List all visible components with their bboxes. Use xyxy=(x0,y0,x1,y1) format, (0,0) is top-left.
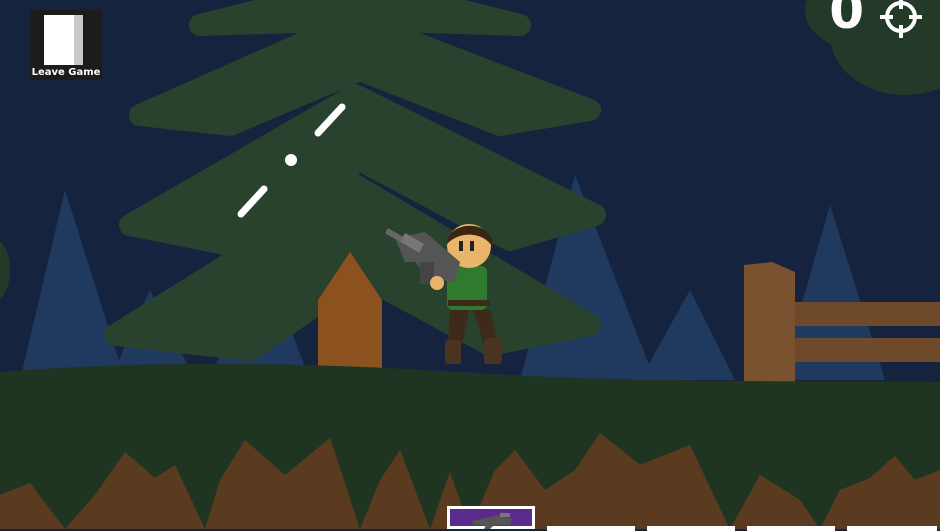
exit-door-icon xyxy=(44,15,87,65)
crosshair-icon[interactable] xyxy=(880,0,922,38)
leave-game-button[interactable]: Leave Game xyxy=(30,10,102,80)
bullet xyxy=(285,154,297,166)
weapon-hotbar xyxy=(447,506,940,531)
game-scene xyxy=(0,0,940,529)
rifle-icon xyxy=(472,513,512,529)
leave-game-label: Leave Game xyxy=(31,67,101,78)
score-counter: 0 xyxy=(829,0,864,40)
hotbar-slot-selected[interactable] xyxy=(447,506,535,529)
